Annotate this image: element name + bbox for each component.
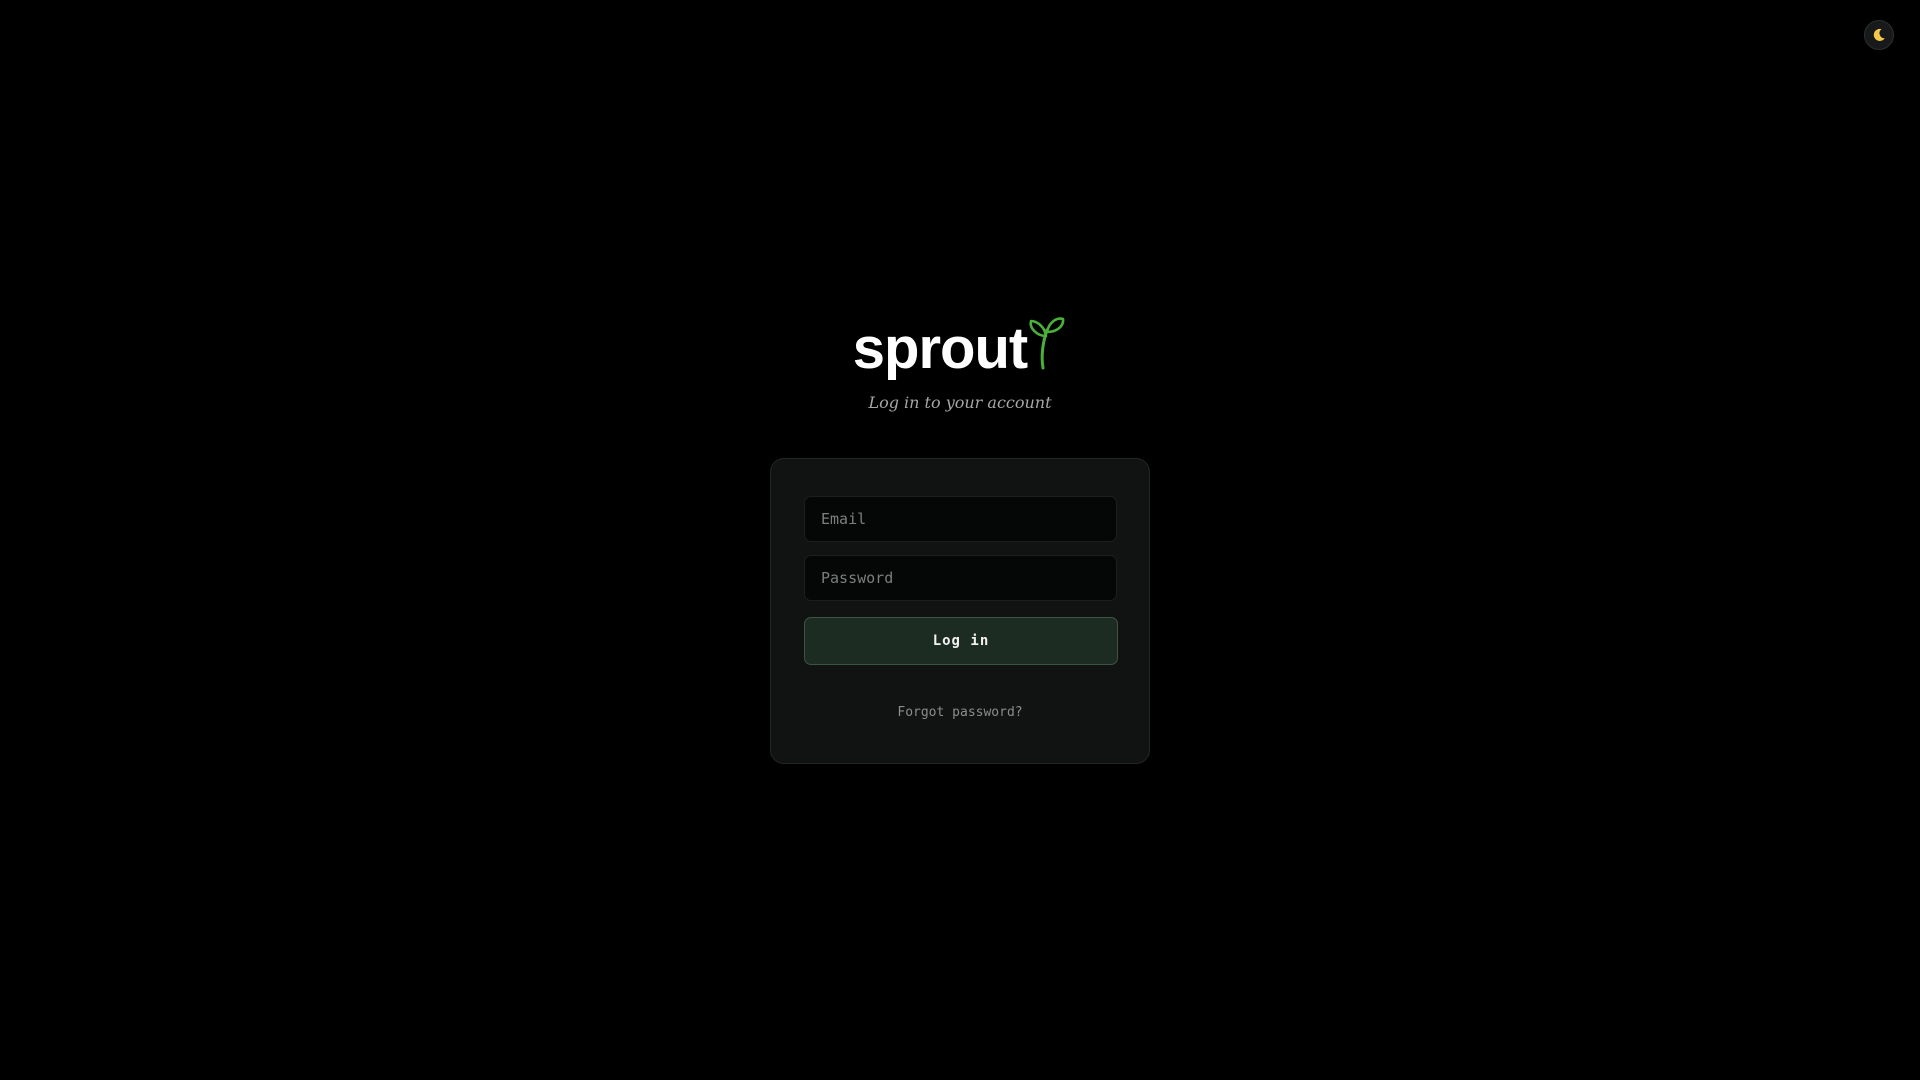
logo-wordmark: sprout bbox=[852, 316, 1028, 381]
email-field[interactable] bbox=[804, 496, 1117, 542]
login-card: Log in Forgot password? bbox=[770, 458, 1150, 764]
page-subtitle: Log in to your account bbox=[868, 393, 1052, 412]
sprout-logo: sprout bbox=[853, 316, 1067, 384]
forgot-password-link[interactable]: Forgot password? bbox=[771, 705, 1149, 720]
password-field[interactable] bbox=[804, 555, 1117, 601]
login-button[interactable]: Log in bbox=[804, 617, 1118, 665]
moon-icon bbox=[1871, 27, 1887, 43]
brand-header: sprout bbox=[0, 316, 1920, 384]
theme-toggle-button[interactable] bbox=[1864, 20, 1894, 50]
sprout-leaf-icon bbox=[1029, 317, 1065, 370]
